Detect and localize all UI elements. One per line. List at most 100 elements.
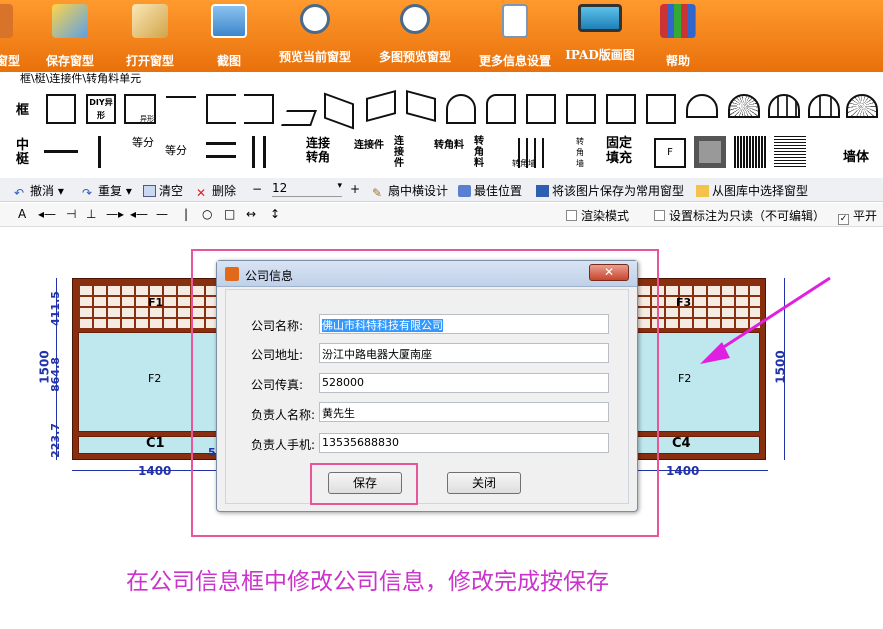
line-tool[interactable]: — — [156, 207, 168, 221]
rect-shape-2[interactable] — [646, 94, 676, 124]
connect-corner-button[interactable]: 连接转角 — [306, 136, 338, 164]
select-library-button[interactable]: 从图库中选择窗型 — [696, 182, 808, 199]
connector-v-button[interactable]: 连接件 — [394, 136, 406, 169]
ribbon-screenshot-button[interactable]: 截图 — [204, 4, 254, 70]
mullion-equal-v[interactable]: 等分 — [165, 142, 187, 158]
frame-right-shape[interactable] — [244, 94, 274, 124]
wall-button[interactable]: 墙体 — [843, 146, 869, 165]
text-tool[interactable]: A — [18, 207, 26, 221]
dim-tool-3[interactable]: —▸ — [106, 207, 124, 221]
ribbon-window-type-button[interactable]: 窗型 — [0, 4, 20, 70]
best-position-button[interactable]: 最佳位置 — [458, 182, 522, 199]
v-arrow-tool[interactable]: ↕ — [270, 207, 280, 221]
increase-font-button[interactable]: + — [350, 182, 360, 196]
grid-fill-button[interactable] — [734, 136, 766, 168]
frame-row-label: 框 — [16, 103, 30, 118]
step-shape-1[interactable] — [526, 94, 556, 124]
ribbon-preview-current-button[interactable]: 预览当前窗型 — [270, 4, 360, 70]
dim-bottom-left[interactable]: 223.7 — [49, 423, 62, 458]
fan-shape-4[interactable] — [846, 94, 878, 118]
company-name-label: 公司名称: — [251, 319, 304, 333]
separator: | — [184, 207, 189, 221]
edit-toolbar: ↶ 撤消 ▾ ↷ 重复 ▾ 清空 ✕ 删除 − 12 ▾ + ✎ 扇中横设计 最佳位置 将… — [0, 178, 883, 202]
render-mode-checkbox[interactable]: 渲染模式 — [566, 207, 629, 224]
dim-height-left[interactable]: 1500 — [38, 350, 52, 383]
diy-shape-button[interactable]: DIY异形 — [86, 94, 116, 124]
trapezoid-right-shape[interactable] — [324, 92, 354, 130]
frame-left-shape[interactable] — [206, 94, 236, 124]
magnifier-doc-icon — [400, 4, 430, 34]
dialog-body: 公司名称: 佛山市科特科技有限公司 公司地址: 汾江中路电器大厦南座 公司传真:… — [225, 289, 629, 504]
corner-wall-v-button[interactable]: 转角墙 — [560, 136, 588, 169]
step-shape-2[interactable] — [566, 94, 596, 124]
dim-top-left[interactable]: 411.5 — [49, 291, 62, 326]
company-fax-field[interactable]: 528000 — [319, 373, 609, 393]
books-icon — [660, 4, 696, 38]
double-v-mullion[interactable] — [252, 136, 266, 168]
dim-width-left[interactable]: 1400 — [138, 464, 171, 478]
horizontal-mullion[interactable] — [44, 150, 78, 153]
redo-button[interactable]: ↷ 重复 ▾ — [82, 182, 132, 200]
readonly-checkbox[interactable]: 设置标注为只读（不可编辑） — [654, 207, 825, 224]
dim-tool-2[interactable]: ⊥ — [86, 207, 96, 221]
trapezoid-left-shape[interactable] — [281, 110, 317, 126]
ribbon-open-window-button[interactable]: 打开窗型 — [118, 4, 182, 70]
lines-fill-button[interactable] — [774, 136, 806, 168]
corner-v-button[interactable]: 转角料 — [474, 136, 486, 169]
arch-shape[interactable] — [446, 94, 476, 124]
arrow-left-tool[interactable]: ◂— — [38, 207, 56, 221]
app-icon — [225, 267, 239, 281]
ribbon-save-window-button[interactable]: 保存窗型 — [40, 4, 100, 70]
ribbon-help-button[interactable]: 帮助 — [650, 4, 706, 70]
pencil-icon: ✎ — [372, 186, 383, 200]
decrease-font-button[interactable]: − — [252, 182, 262, 196]
font-size-select[interactable]: 12 ▾ — [272, 181, 342, 197]
dim-tool-1[interactable]: ⊣ — [66, 207, 76, 221]
fan-shape-2[interactable] — [768, 94, 800, 118]
notch-shape-1[interactable] — [486, 94, 516, 124]
circle-tool[interactable]: ○ — [202, 207, 212, 221]
open-file-icon — [132, 4, 168, 38]
sash-design-button[interactable]: ✎ 扇中横设计 — [372, 182, 448, 200]
corner-wall-h-button[interactable]: 转角墙 — [512, 138, 546, 168]
manager-phone-field[interactable]: 13535688830 — [319, 433, 609, 453]
frame-top-shape[interactable] — [166, 96, 196, 98]
fan-shape-1[interactable] — [728, 94, 760, 118]
mullion-equal-h[interactable]: 等分 — [124, 136, 162, 150]
connector-h-button[interactable]: 连接件 — [354, 136, 384, 151]
step-shape-3[interactable] — [606, 94, 636, 124]
clear-button[interactable]: 清空 — [143, 182, 183, 199]
dialog-titlebar[interactable]: 公司信息 ✕ — [217, 261, 637, 287]
corner-h-button[interactable]: 转角料 — [434, 136, 464, 151]
close-icon[interactable]: ✕ — [589, 264, 629, 281]
dim-width-right[interactable]: 1400 — [666, 464, 699, 478]
rect-tool[interactable]: □ — [224, 207, 235, 221]
slant-left-shape[interactable] — [366, 89, 396, 123]
half-circle-shape[interactable] — [686, 94, 718, 118]
manager-name-field[interactable]: 黄先生 — [319, 402, 609, 422]
undo-button[interactable]: ↶ 撤消 ▾ — [14, 182, 64, 200]
delete-button[interactable]: ✕ 删除 — [196, 182, 236, 200]
f-fill-button[interactable]: F — [654, 138, 686, 168]
ribbon-more-settings-button[interactable]: 更多信息设置 — [470, 4, 560, 70]
frame-rect-shape[interactable] — [46, 94, 76, 124]
close-button[interactable]: 关闭 — [447, 472, 521, 494]
instruction-caption: 在公司信息框中修改公司信息，修改完成按保存 — [126, 569, 609, 595]
vertical-mullion[interactable] — [98, 136, 101, 168]
company-name-field[interactable]: 佛山市科特科技有限公司 — [319, 314, 609, 334]
frame-fill-button[interactable] — [694, 136, 726, 168]
ribbon-ipad-draw-button[interactable]: IPAD版画图 — [560, 4, 640, 70]
ribbon-multi-preview-button[interactable]: 多图预览窗型 — [370, 4, 460, 70]
double-h-mullion[interactable] — [206, 142, 236, 158]
fixed-fill-button[interactable]: 固定填充 — [606, 136, 636, 166]
fan-shape-3[interactable] — [808, 94, 840, 118]
save-common-button[interactable]: 将该图片保存为常用窗型 — [536, 182, 684, 199]
dim-tool-4[interactable]: ◂— — [130, 207, 148, 221]
slant-right-shape[interactable] — [406, 89, 436, 123]
floppy-icon — [536, 185, 549, 197]
label-f3: F3 — [676, 296, 692, 309]
flat-checkbox[interactable]: ✓ 平开 — [838, 207, 877, 225]
company-address-field[interactable]: 汾江中路电器大厦南座 — [319, 343, 609, 363]
h-arrow-tool[interactable]: ↔ — [246, 207, 256, 221]
custom-shape-button[interactable]: 异形 — [124, 94, 156, 124]
